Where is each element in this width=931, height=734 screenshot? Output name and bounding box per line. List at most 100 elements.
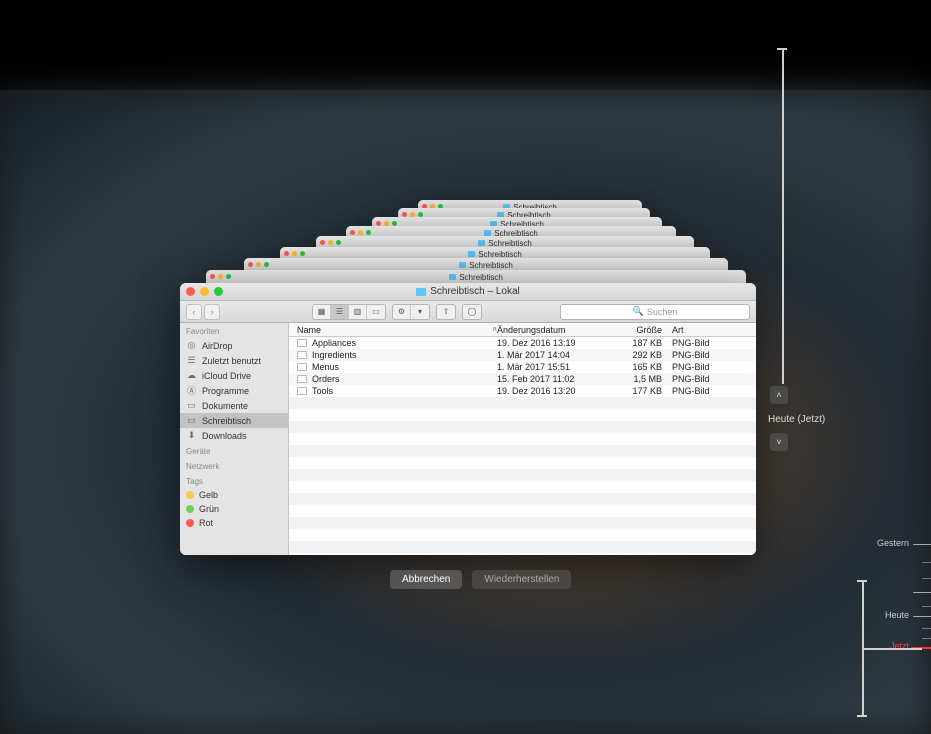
sidebar-tag-yellow[interactable]: Gelb — [180, 488, 288, 502]
table-row[interactable]: Orders15. Feb 2017 11:021,5 MBPNG-Bild — [289, 373, 756, 385]
tag-dot-icon — [186, 505, 194, 513]
callout-cap — [777, 48, 787, 50]
file-size: 1,5 MB — [612, 374, 672, 384]
file-name: Ingredients — [312, 350, 357, 360]
file-name: Orders — [312, 374, 340, 384]
callout-cap — [857, 580, 867, 582]
column-kind[interactable]: Art — [672, 325, 748, 335]
table-row[interactable]: Ingredients1. Mär 2017 14:04292 KBPNG-Bi… — [289, 349, 756, 361]
documents-icon: ▭ — [186, 400, 197, 411]
cancel-button[interactable]: Abbrechen — [390, 570, 462, 589]
table-row — [289, 517, 756, 529]
maximize-icon[interactable] — [214, 287, 223, 296]
file-date: 19. Dez 2016 13:20 — [497, 386, 612, 396]
view-mode-group: ▦ ☰ ▥ ▭ — [312, 304, 386, 320]
recents-icon: ☰ — [186, 355, 197, 366]
file-kind: PNG-Bild — [672, 374, 748, 384]
table-row[interactable]: Appliances19. Dez 2016 13:19187 KBPNG-Bi… — [289, 337, 756, 349]
file-name: Tools — [312, 386, 333, 396]
sidebar-tag-red[interactable]: Rot — [180, 516, 288, 530]
table-row — [289, 397, 756, 409]
file-name: Appliances — [312, 338, 356, 348]
sidebar-item-airdrop[interactable]: ◎AirDrop — [180, 338, 288, 353]
column-date[interactable]: Änderungsdatum — [497, 325, 612, 335]
stack-window[interactable]: Schreibtisch — [206, 270, 746, 284]
minimize-icon[interactable] — [200, 287, 209, 296]
file-size: 165 KB — [612, 362, 672, 372]
finder-window: Schreibtisch – Lokal ‹ › ▦ ☰ ▥ ▭ ⚙ ▾ ⇧ ◯… — [180, 283, 756, 555]
sidebar-item-recents[interactable]: ☰Zuletzt benutzt — [180, 353, 288, 368]
sidebar-tags-header: Tags — [180, 473, 288, 488]
arrange-button[interactable]: ⚙ — [393, 305, 411, 319]
table-row[interactable]: Tools19. Dez 2016 13:20177 KBPNG-Bild — [289, 385, 756, 397]
file-date: 19. Dez 2016 13:19 — [497, 338, 612, 348]
arrange-dropdown[interactable]: ▾ — [411, 305, 429, 319]
chevron-up-icon: ˄ — [776, 390, 781, 400]
file-icon — [297, 387, 307, 395]
table-row — [289, 433, 756, 445]
sidebar-item-downloads[interactable]: ⬇Downloads — [180, 428, 288, 443]
tag-dot-icon — [186, 491, 194, 499]
file-kind: PNG-Bild — [672, 350, 748, 360]
table-row — [289, 493, 756, 505]
callout-line — [782, 48, 784, 384]
icon-view-button[interactable]: ▦ — [313, 305, 331, 319]
file-icon — [297, 339, 307, 347]
arrange-group: ⚙ ▾ — [392, 304, 430, 320]
callout-line — [862, 648, 922, 650]
table-row — [289, 541, 756, 553]
table-row — [289, 409, 756, 421]
file-size: 187 KB — [612, 338, 672, 348]
list-view-button[interactable]: ☰ — [331, 305, 349, 319]
toolbar: ‹ › ▦ ☰ ▥ ▭ ⚙ ▾ ⇧ ◯ 🔍 Suchen — [180, 301, 756, 323]
table-row — [289, 469, 756, 481]
file-name: Menus — [312, 362, 339, 372]
file-date: 1. Mär 2017 14:04 — [497, 350, 612, 360]
forward-button[interactable]: › — [204, 304, 220, 320]
folder-icon — [416, 288, 426, 296]
sidebar: Favoriten ◎AirDrop ☰Zuletzt benutzt ☁iCl… — [180, 323, 289, 555]
column-view-button[interactable]: ▥ — [349, 305, 367, 319]
applications-icon: Ⓐ — [186, 385, 197, 396]
back-button[interactable]: ‹ — [186, 304, 202, 320]
titlebar: Schreibtisch – Lokal — [180, 283, 756, 301]
search-placeholder: Suchen — [647, 307, 678, 317]
file-icon — [297, 363, 307, 371]
timeline-label-now: Jetzt — [890, 641, 909, 651]
sidebar-item-applications[interactable]: ⒶProgramme — [180, 383, 288, 398]
sidebar-item-documents[interactable]: ▭Dokumente — [180, 398, 288, 413]
file-list: Name˄ Änderungsdatum Größe Art Appliance… — [289, 323, 756, 555]
search-input[interactable]: 🔍 Suchen — [560, 304, 750, 320]
timeline-label-yesterday: Gestern — [877, 538, 909, 548]
tag-dot-icon — [186, 519, 194, 527]
column-name[interactable]: Name˄ — [297, 325, 497, 335]
search-icon: 🔍 — [633, 306, 644, 317]
column-size[interactable]: Größe — [612, 325, 672, 335]
sidebar-item-icloud[interactable]: ☁iCloud Drive — [180, 368, 288, 383]
timeline-down-button[interactable]: ˅ — [770, 433, 788, 451]
sidebar-devices-header: Geräte — [180, 443, 288, 458]
timeline-label-today: Heute — [885, 610, 909, 620]
sidebar-tag-green[interactable]: Grün — [180, 502, 288, 516]
close-icon[interactable] — [186, 287, 195, 296]
share-button[interactable]: ⇧ — [436, 304, 456, 320]
gallery-view-button[interactable]: ▭ — [367, 305, 385, 319]
callout-cap — [857, 715, 867, 717]
sidebar-favorites-header: Favoriten — [180, 323, 288, 338]
table-row[interactable]: Menus1. Mär 2017 15:51165 KBPNG-Bild — [289, 361, 756, 373]
airdrop-icon: ◎ — [186, 340, 197, 351]
restore-button[interactable]: Wiederherstellen — [472, 570, 571, 589]
sidebar-network-header: Netzwerk — [180, 458, 288, 473]
window-controls — [186, 287, 223, 296]
desktop-icon: ▭ — [186, 415, 197, 426]
file-kind: PNG-Bild — [672, 386, 748, 396]
timeline-ruler[interactable]: Gestern Heute Jetzt — [911, 110, 931, 674]
file-icon — [297, 375, 307, 383]
action-buttons: Abbrechen Wiederherstellen — [390, 570, 571, 589]
table-row — [289, 457, 756, 469]
sidebar-item-desktop[interactable]: ▭Schreibtisch — [180, 413, 288, 428]
tags-button[interactable]: ◯ — [462, 304, 482, 320]
timeline-current-label: Heute (Jetzt) — [768, 414, 825, 425]
timeline-up-button[interactable]: ˄ — [770, 386, 788, 404]
file-kind: PNG-Bild — [672, 362, 748, 372]
